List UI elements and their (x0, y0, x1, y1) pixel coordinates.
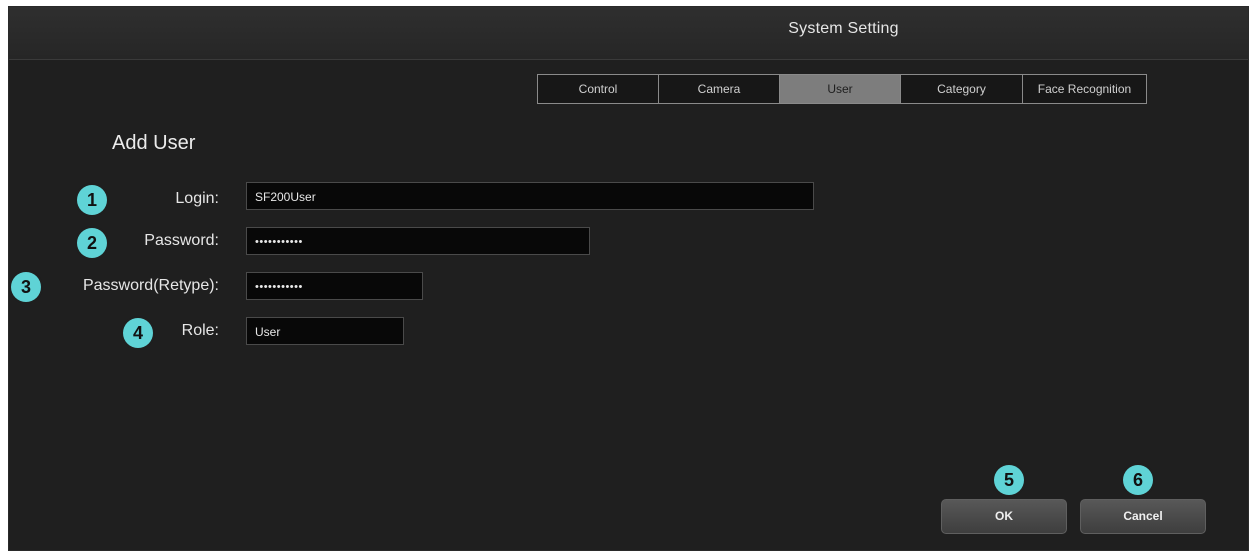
add-user-heading: Add User (112, 132, 196, 154)
tab-face-recognition[interactable]: Face Recognition (1023, 75, 1146, 103)
callout-badge-5: 5 (994, 465, 1024, 495)
callout-badge-1: 1 (77, 185, 107, 215)
cancel-button[interactable]: Cancel (1080, 499, 1206, 534)
role-select[interactable]: User (246, 317, 404, 345)
login-input[interactable]: SF200User (246, 182, 814, 210)
tab-control[interactable]: Control (538, 75, 659, 103)
password-retype-input[interactable]: ••••••••••• (246, 272, 423, 300)
role-label: Role: (181, 322, 219, 339)
login-label: Login: (175, 190, 219, 207)
callout-badge-3: 3 (11, 272, 41, 302)
tab-category[interactable]: Category (901, 75, 1023, 103)
window-title: System Setting (788, 20, 899, 37)
password-retype-label: Password(Retype): (82, 277, 219, 294)
callout-badge-2: 2 (77, 228, 107, 258)
password-input[interactable]: ••••••••••• (246, 227, 590, 255)
callout-badge-6: 6 (1123, 465, 1153, 495)
tab-camera[interactable]: Camera (659, 75, 780, 103)
ok-button[interactable]: OK (941, 499, 1067, 534)
title-bar: System Setting (9, 7, 1248, 60)
password-label: Password: (144, 232, 219, 249)
callout-badge-4: 4 (123, 318, 153, 348)
settings-tab-bar: Control Camera User Category Face Recogn… (537, 74, 1147, 104)
system-setting-window: System Setting Control Camera User Categ… (8, 6, 1249, 551)
tab-user[interactable]: User (780, 75, 901, 103)
